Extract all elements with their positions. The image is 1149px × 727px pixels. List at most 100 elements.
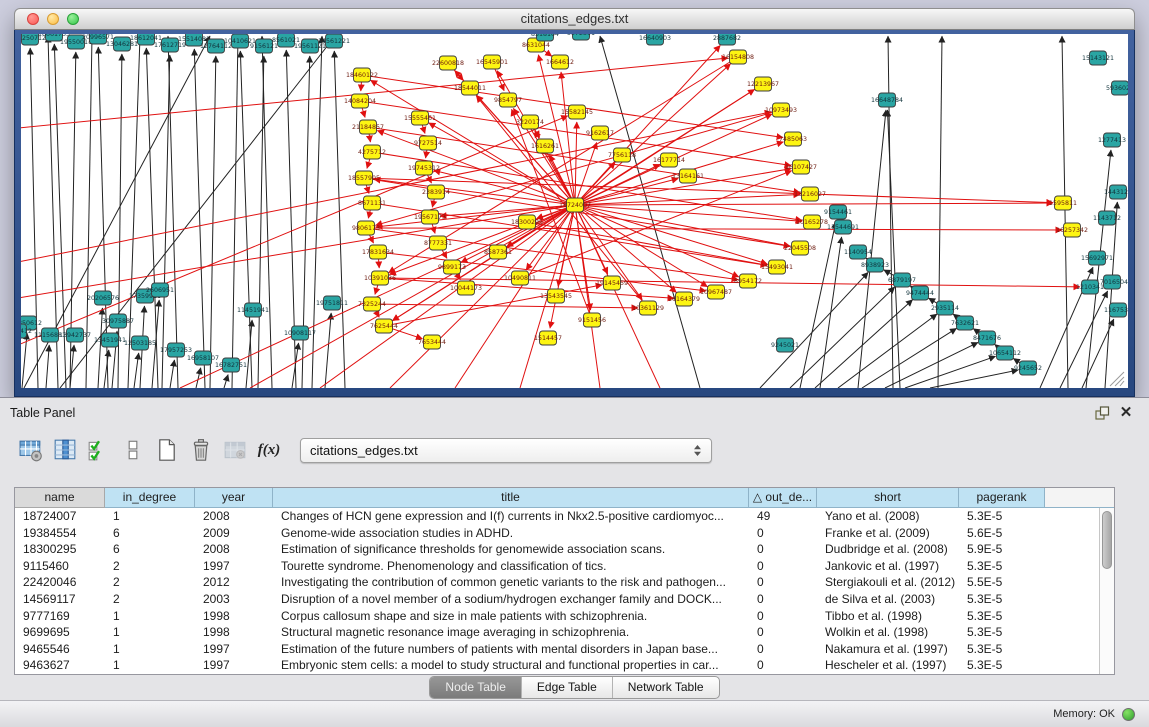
graph-node-label: 16257342 <box>1056 227 1088 234</box>
delete-table-icon <box>223 438 247 462</box>
cell-title: Tourette syndrome. Phenomenology and cla… <box>273 558 749 575</box>
select-all-rows-button[interactable] <box>82 435 116 465</box>
graph-node-label: 16107427 <box>785 164 817 171</box>
close-window-button[interactable] <box>27 13 39 25</box>
graph-node-label: 9806173 <box>352 225 380 232</box>
cell-short: Yano et al. (2008) <box>817 508 959 525</box>
cell-short: Dudbridge et al. (2008) <box>817 541 959 558</box>
table-row[interactable]: 911546021997Tourette syndrome. Phenomeno… <box>15 558 1099 575</box>
column-header-out_degree[interactable]: △ out_de... <box>749 488 817 508</box>
delete-table-button[interactable] <box>218 435 252 465</box>
function-builder-button[interactable]: f(x) <box>252 435 286 465</box>
cell-year: 2008 <box>195 508 273 525</box>
cell-title: Estimation of the future numbers of pati… <box>273 641 749 658</box>
graph-node-label: 1595811 <box>1049 200 1077 207</box>
graph-node-label: 10044173 <box>450 285 482 292</box>
graph-node-label: 16648784 <box>871 97 903 104</box>
tab-edge-table[interactable]: Edge Table <box>522 677 613 698</box>
graph-node-label: 16164379 <box>668 296 700 303</box>
cell-short: Stergiakouli et al. (2012) <box>817 574 959 591</box>
tab-node-table[interactable]: Node Table <box>430 677 522 698</box>
table-selector-dropdown[interactable]: citations_edges.txt <box>300 438 712 463</box>
graph-node-label: 2935114 <box>931 305 959 312</box>
table-tab-bar: Node TableEdge TableNetwork Table <box>0 675 1149 701</box>
table-row[interactable]: 1456911722003Disruption of a novel membe… <box>15 591 1099 608</box>
cell-year: 1997 <box>195 657 273 674</box>
cell-name: 9115460 <box>15 558 105 575</box>
cell-in_degree: 6 <box>105 541 195 558</box>
graph-node-label: 19567173 <box>414 214 446 221</box>
table-panel: Table Panel ✕ <box>0 397 1149 700</box>
vertical-scrollbar[interactable] <box>1099 508 1114 674</box>
cell-in_degree: 1 <box>105 624 195 641</box>
graph-node-label: 15692971 <box>1081 255 1113 262</box>
cell-name: 18724007 <box>15 508 105 525</box>
network-graph[interactable]: 1872400716154808122139671097349374850631… <box>21 34 1128 388</box>
network-window-titlebar[interactable]: citations_edges.txt <box>14 8 1135 30</box>
graph-node-label: 1664612 <box>546 59 574 66</box>
graph-node-label: 8587361 <box>484 249 512 256</box>
graph-node-label: 20996571 <box>82 34 114 41</box>
table-body: 1872400712008Changes of HCN gene express… <box>15 508 1099 674</box>
graph-node-label: 5936021 <box>1106 85 1128 92</box>
table-row[interactable]: 969969511998Structural magnetic resonanc… <box>15 624 1099 641</box>
table-row[interactable]: 2242004622012Investigating the contribut… <box>15 574 1099 591</box>
graph-node-label: 22600818 <box>432 60 464 67</box>
cell-out_degree: 0 <box>749 608 817 625</box>
delete-columns-icon <box>189 438 213 462</box>
table-panel-title: Table Panel <box>10 406 75 420</box>
table-toolbar: f(x) citations_edges.txt <box>0 428 1149 472</box>
network-canvas[interactable]: 1872400716154808122139671097349374850631… <box>21 34 1128 388</box>
cell-year: 2009 <box>195 525 273 542</box>
delete-columns-button[interactable] <box>184 435 218 465</box>
graph-node-label: 10490811 <box>504 275 536 282</box>
graph-node-label: 19751811 <box>316 300 348 307</box>
graph-node-label: 1443122 <box>1104 189 1128 196</box>
graph-node-label: 14084204 <box>344 98 376 105</box>
table-row[interactable]: 1872400712008Changes of HCN gene express… <box>15 508 1099 525</box>
graph-node-label: 9245652 <box>1014 365 1042 372</box>
canvas-resize-grip[interactable] <box>1120 381 1124 386</box>
memory-status-indicator-icon[interactable] <box>1122 708 1135 721</box>
create-new-table-button[interactable] <box>150 435 184 465</box>
graph-node-label: 10908117 <box>284 330 316 337</box>
clear-row-selection-button[interactable] <box>116 435 150 465</box>
table-row[interactable]: 946554611997Estimation of the future num… <box>15 641 1099 658</box>
column-header-in_degree[interactable]: in_degree <box>105 488 195 508</box>
table-row[interactable]: 977716911998Corpus callosum shape and si… <box>15 608 1099 625</box>
canvas-resize-grip[interactable] <box>1115 377 1124 386</box>
close-panel-icon[interactable]: ✕ <box>1117 405 1135 421</box>
table-options-button[interactable] <box>14 435 48 465</box>
graph-node-label: 13451941 <box>94 337 126 344</box>
graph-node-label: 16782751 <box>215 362 247 369</box>
cell-year: 2008 <box>195 541 273 558</box>
graph-node-label: 15555461 <box>404 115 436 122</box>
graph-node-label: 2887682 <box>713 35 741 42</box>
column-header-pagerank[interactable]: pagerank <box>959 488 1045 508</box>
graph-node-label: 7485063 <box>779 136 807 143</box>
graph-node-label: 13543545 <box>540 293 572 300</box>
graph-node-label: 9245021 <box>771 342 799 349</box>
graph-node-label: 9156121 <box>250 43 278 50</box>
table-row[interactable]: 1830029562008Estimation of significance … <box>15 541 1099 558</box>
column-header-short[interactable]: short <box>817 488 959 508</box>
table-row[interactable]: 946362711997Embryonic stem cells: a mode… <box>15 657 1099 674</box>
clear-row-selection-icon <box>121 438 145 462</box>
column-header-year[interactable]: year <box>195 488 273 508</box>
column-header-title[interactable]: title <box>273 488 749 508</box>
graph-node-label: 10973493 <box>765 107 797 114</box>
graph-node-label: 9151456 <box>578 317 606 324</box>
table-row[interactable]: 1938455462009Genome-wide association stu… <box>15 525 1099 542</box>
graph-node-label: 10967487 <box>700 289 732 296</box>
show-column-button[interactable] <box>48 435 82 465</box>
graph-node-label: 8938923 <box>861 262 889 269</box>
tab-network-table[interactable]: Network Table <box>613 677 719 698</box>
minimize-window-button[interactable] <box>47 13 59 25</box>
float-panel-icon[interactable] <box>1093 405 1111 421</box>
graph-node-label: 7632621 <box>951 320 979 327</box>
column-header-name[interactable]: name <box>15 488 105 508</box>
graph-node-label: 13164161 <box>672 173 704 180</box>
zoom-window-button[interactable] <box>67 13 79 25</box>
cell-short: Tibbo et al. (1998) <box>817 608 959 625</box>
scrollbar-thumb[interactable] <box>1102 511 1112 569</box>
